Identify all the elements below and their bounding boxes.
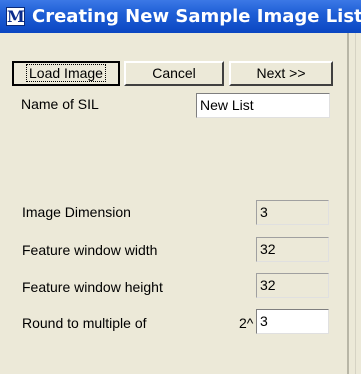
next-button[interactable]: Next >>: [229, 61, 333, 86]
image-dimension-label: Image Dimension: [22, 204, 131, 220]
feature-window-width-label: Feature window width: [22, 242, 158, 258]
name-of-sil-label: Name of SIL: [21, 96, 99, 112]
load-image-button-label: Load Image: [26, 64, 106, 82]
round-to-multiple-prefix: 2^: [239, 315, 254, 331]
feature-window-height-field: 32: [256, 273, 329, 298]
app-logo-icon: M: [6, 7, 25, 26]
edge-divider: [355, 33, 356, 374]
window-title: Creating New Sample Image List: [32, 6, 361, 27]
cancel-button[interactable]: Cancel: [124, 61, 224, 86]
image-dimension-field: 3: [256, 200, 329, 225]
name-of-sil-input[interactable]: New List: [196, 93, 330, 118]
window-right-edge: [347, 33, 361, 374]
round-to-multiple-input[interactable]: 3: [256, 309, 329, 334]
feature-window-height-label: Feature window height: [22, 279, 163, 295]
round-to-multiple-label: Round to multiple of: [22, 315, 147, 331]
load-image-button[interactable]: Load Image: [12, 61, 120, 86]
title-bar: M Creating New Sample Image List: [0, 0, 361, 33]
feature-window-width-field: 32: [256, 237, 329, 262]
